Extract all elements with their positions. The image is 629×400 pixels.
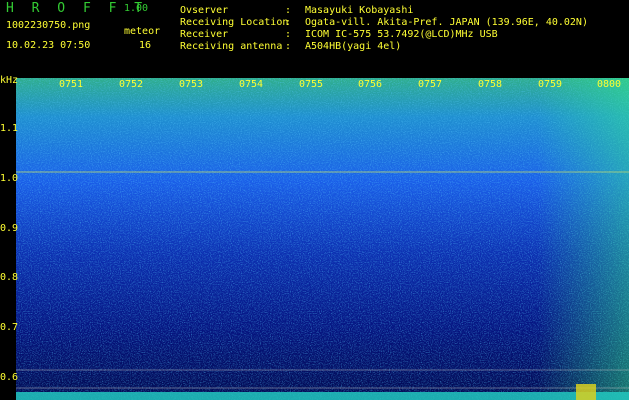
y-tick-label: 0.8 [0, 272, 19, 283]
y-tick-label: 0.6 [0, 372, 19, 383]
spectrum-right-glow [16, 78, 629, 400]
power-baseline [16, 392, 629, 400]
x-tick-label: 0800 [597, 79, 622, 90]
spectrogram-plot [16, 78, 629, 400]
x-tick-label: 0754 [239, 79, 264, 90]
x-tick-label: 0753 [179, 79, 204, 90]
y-axis-unit: kHz [0, 75, 19, 86]
app-version: 1.00 [124, 3, 149, 14]
antenna-label: Receiving antenna [180, 41, 283, 52]
location-colon: : [285, 17, 292, 28]
y-tick-label: 0.9 [0, 223, 19, 234]
y-tick-label: 1.1 [0, 123, 19, 134]
x-tick-label: 0755 [299, 79, 324, 90]
x-tick-label: 0758 [478, 79, 503, 90]
date-time: 10.02.23 07:50 [6, 40, 91, 51]
power-spike [576, 384, 596, 400]
file-name: 1002230750.png [6, 20, 91, 31]
receiver-value: ICOM IC-575 53.7492(@LCD)MHz USB [305, 29, 498, 40]
x-tick-label: 0756 [358, 79, 383, 90]
receiver-colon: : [285, 29, 292, 40]
header-panel: H R O F F T 1.00 1002230750.png 10.02.23… [0, 0, 629, 76]
observer-label: Ovserver [180, 5, 229, 16]
y-tick-label: 1.0 [0, 173, 19, 184]
observer-colon: : [285, 5, 292, 16]
meteor-label: meteor [124, 26, 161, 37]
location-label: Receiving Location [180, 17, 289, 28]
spectrogram-image [16, 78, 629, 400]
observer-value: Masayuki Kobayashi [305, 5, 414, 16]
x-tick-label: 0752 [119, 79, 144, 90]
x-tick-label: 0751 [59, 79, 84, 90]
antenna-colon: : [285, 41, 292, 52]
location-value: Ogata-vill. Akita-Pref. JAPAN (139.96E, … [305, 17, 588, 28]
receiver-label: Receiver [180, 29, 229, 40]
meteor-count: 16 [139, 40, 152, 51]
x-tick-label: 0757 [418, 79, 443, 90]
x-tick-label: 0759 [538, 79, 563, 90]
y-tick-label: 0.7 [0, 322, 19, 333]
antenna-value: A504HB(yagi 4el) [305, 41, 402, 52]
